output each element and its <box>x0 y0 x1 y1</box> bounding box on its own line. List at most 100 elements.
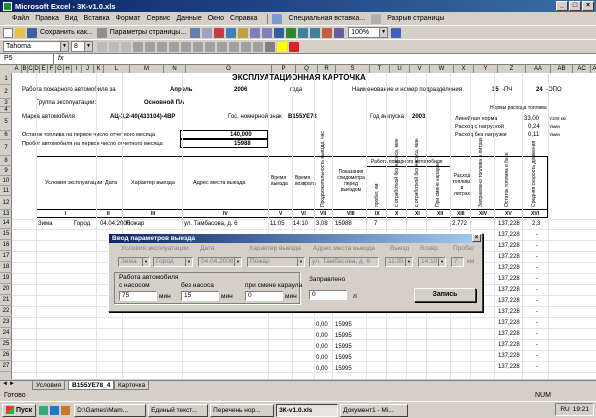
increase-indent-icon[interactable] <box>253 41 263 52</box>
cell-speed[interactable]: - <box>536 253 538 261</box>
tab-conditions[interactable]: Условия <box>32 381 66 390</box>
currency-icon[interactable] <box>181 41 191 52</box>
column-header[interactable]: S <box>336 65 370 73</box>
merge-cells-icon[interactable] <box>169 41 179 52</box>
italic-icon[interactable] <box>109 41 119 52</box>
column-header[interactable]: AA <box>526 65 551 73</box>
task-excel[interactable]: 3К-v1.0.xls <box>276 403 339 417</box>
cell-speed[interactable]: - <box>536 308 538 316</box>
row-header[interactable]: 25 <box>0 339 12 350</box>
column-header[interactable]: AC <box>573 65 591 73</box>
print-icon[interactable] <box>190 27 201 38</box>
column-header[interactable]: G <box>56 65 64 73</box>
dialog-close-button[interactable]: × <box>472 234 481 242</box>
row-header[interactable]: 3 <box>0 99 12 107</box>
font-color-icon[interactable] <box>289 41 299 52</box>
cell-back[interactable]: 14:10 <box>293 220 308 228</box>
row-header[interactable]: 5 <box>0 113 12 131</box>
fuel-value[interactable]: 140,000 <box>230 131 252 139</box>
decrease-decimal-icon[interactable] <box>229 41 239 52</box>
column-header[interactable]: H <box>64 65 72 73</box>
fill-field[interactable]: 0 <box>309 290 347 300</box>
column-header[interactable]: L <box>104 65 130 73</box>
cell-speed[interactable]: - <box>536 352 538 360</box>
tab-card[interactable]: Карточка <box>114 381 150 390</box>
cell-odo[interactable]: 15995 <box>335 365 352 373</box>
menu-paste-special[interactable]: Специальная вставка... <box>288 15 365 22</box>
cell-odo[interactable]: 15995 <box>335 321 352 329</box>
align-center-icon[interactable] <box>145 41 155 52</box>
task-list[interactable]: Перечень нор... <box>210 403 275 417</box>
column-header[interactable]: AB <box>551 65 573 73</box>
cell-rest[interactable]: 137,228 <box>498 341 520 349</box>
menu-file[interactable]: Файл <box>12 15 29 22</box>
menu-page-break[interactable]: Разрыв страницы <box>387 15 444 22</box>
close-button[interactable]: × <box>582 1 594 11</box>
cell-speed[interactable]: - <box>536 297 538 305</box>
help-icon[interactable] <box>391 27 402 38</box>
cell-rest[interactable]: 137,228 <box>498 319 520 327</box>
paste-icon[interactable] <box>238 27 249 38</box>
cell-rest[interactable]: 137,228 <box>498 231 520 239</box>
task-text[interactable]: Единый текст... <box>148 403 209 417</box>
row-header[interactable]: 26 <box>0 350 12 361</box>
undo-icon[interactable] <box>250 27 261 38</box>
column-header[interactable]: P <box>272 65 296 73</box>
page-setup-icon[interactable] <box>96 27 107 38</box>
cell-rest[interactable]: 137,228 <box>498 264 520 272</box>
cell-rest[interactable]: 137,228 <box>498 330 520 338</box>
row-header[interactable]: 12 <box>0 196 12 210</box>
date-select[interactable]: 04.04.2006 ▼ <box>198 257 242 267</box>
back-time-select[interactable]: 14:10 ▼ <box>418 257 446 267</box>
minimize-button[interactable]: _ <box>556 1 568 11</box>
save-as-button[interactable]: Сохранить как... <box>40 29 93 36</box>
save-icon[interactable] <box>27 27 37 38</box>
task-games[interactable]: D:\Games\Mam... <box>74 403 147 417</box>
cell-rest[interactable]: 137,228 <box>498 308 520 316</box>
open-icon[interactable] <box>15 27 25 38</box>
thousands-icon[interactable] <box>205 41 215 52</box>
menu-window[interactable]: Окно <box>208 15 224 22</box>
row-header[interactable]: 21 <box>0 295 12 306</box>
km-value[interactable]: 15988 <box>234 140 251 148</box>
cell-rest[interactable]: 137,228 <box>498 352 520 360</box>
worksheet-grid[interactable]: ЭКСПЛУАТАЦИОННАЯ КАРТОЧКА Работа пожарно… <box>12 73 596 379</box>
shift-field[interactable]: 0 <box>245 291 283 301</box>
row-header[interactable]: 14 <box>0 218 12 229</box>
row-header[interactable]: 27 <box>0 361 12 372</box>
column-header[interactable]: W <box>430 65 454 73</box>
name-box[interactable]: P5 <box>2 54 54 64</box>
column-header[interactable]: V <box>410 65 430 73</box>
cell-speed[interactable]: - <box>536 264 538 272</box>
cell-odo[interactable]: 15995 <box>335 354 352 362</box>
menu-edit[interactable]: Правка <box>35 15 59 22</box>
row-header[interactable]: 24 <box>0 328 12 339</box>
column-header[interactable]: Y <box>474 65 498 73</box>
cell-speed[interactable]: - <box>536 341 538 349</box>
column-header[interactable]: M <box>130 65 164 73</box>
row-header[interactable]: 8 <box>0 156 12 166</box>
sort-asc-icon[interactable] <box>298 27 309 38</box>
redo-icon[interactable] <box>262 27 273 38</box>
cell-fuel[interactable]: 2,772 <box>452 220 467 228</box>
paste-special-icon[interactable] <box>272 13 283 24</box>
column-header[interactable]: Z <box>498 65 526 73</box>
km-field[interactable]: 7 <box>451 257 464 267</box>
fx-icon[interactable]: fx <box>58 54 63 64</box>
cell-speed[interactable]: - <box>536 242 538 250</box>
cell-rest[interactable]: 137,228 <box>498 253 520 261</box>
language-indicator[interactable]: RU <box>560 404 569 415</box>
column-header[interactable]: N <box>164 65 186 73</box>
cell-speed[interactable]: 2,3 <box>532 220 540 228</box>
row-header[interactable]: 17 <box>0 251 12 262</box>
cell-odo[interactable]: 15995 <box>335 332 352 340</box>
tab-scroll-icon[interactable]: ◄► <box>2 381 16 387</box>
out-time-select[interactable]: 11:05 ▼ <box>385 257 413 267</box>
column-header[interactable]: A <box>12 65 22 73</box>
row-header[interactable]: 7 <box>0 140 12 156</box>
cell-speed[interactable]: - <box>536 330 538 338</box>
cell-speed[interactable]: - <box>536 286 538 294</box>
font-select[interactable]: Tahoma ▼ <box>3 41 69 52</box>
quicklaunch-icon[interactable] <box>50 405 60 415</box>
column-header[interactable]: R <box>318 65 336 73</box>
